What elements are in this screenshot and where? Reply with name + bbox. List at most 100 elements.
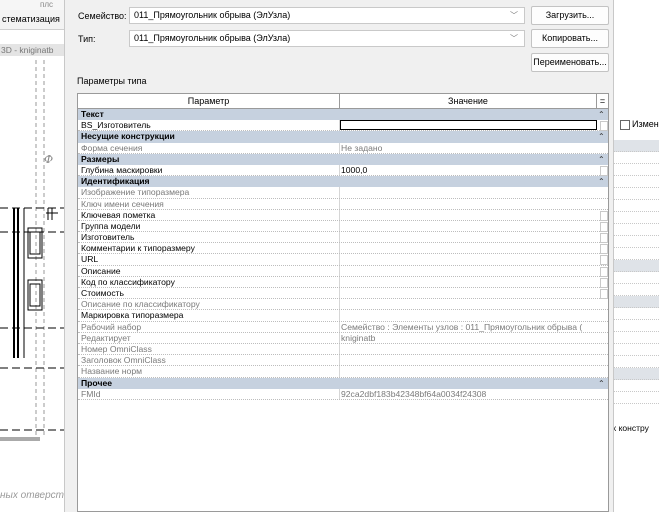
group-header[interactable]: Размеры ⌃ xyxy=(78,153,608,165)
parameter-name: Номер OmniClass xyxy=(81,343,152,354)
column-header-parameter[interactable]: Параметр xyxy=(78,94,340,108)
group-header[interactable]: Прочее ⌃ xyxy=(78,377,608,389)
parameter-name: BS_Изготовитель xyxy=(81,120,151,131)
family-label: Семейство: xyxy=(78,11,127,21)
group-label: Несущие конструкции xyxy=(81,131,175,142)
edit-type-icon xyxy=(620,119,630,130)
parameter-row[interactable]: Название норм xyxy=(78,366,608,378)
associate-parameter-button[interactable] xyxy=(600,244,608,255)
parameter-name: Описание по классификатору xyxy=(81,299,200,310)
parameter-name: Редактирует xyxy=(81,332,131,343)
background-view-tab[interactable]: 3D - kniginatb xyxy=(0,44,64,56)
parameter-row[interactable]: Код по классификатору xyxy=(78,276,608,288)
group-label: Идентификация xyxy=(81,176,150,187)
parameter-name: Ключ имени сечения xyxy=(81,198,164,209)
group-header[interactable]: Текст ⌃ xyxy=(78,109,608,121)
associate-parameter-button[interactable] xyxy=(600,289,608,299)
associate-parameter-button[interactable] xyxy=(600,165,608,176)
associate-parameter-button[interactable] xyxy=(600,233,608,244)
collapse-chevron-icon[interactable]: ⌃ xyxy=(598,176,605,187)
collapse-chevron-icon[interactable]: ⌃ xyxy=(598,378,605,389)
type-select[interactable]: 011_Прямоугольник обрыва (ЭлУзла) ﹀ xyxy=(129,30,525,47)
parameter-row[interactable]: Комментарии к типоразмеру xyxy=(78,243,608,255)
associate-parameter-button[interactable] xyxy=(600,121,608,132)
parameter-row[interactable]: Глубина маскировки 1000,0 xyxy=(78,164,608,177)
column-header-formula[interactable]: = xyxy=(597,94,608,108)
parameter-row[interactable]: Группа модели xyxy=(78,220,608,233)
parameter-row[interactable]: Заголовок OmniClass xyxy=(78,355,608,367)
type-parameters-label: Параметры типа xyxy=(77,76,147,86)
parameter-row[interactable]: Стоимость xyxy=(78,288,608,300)
parameter-name: Описание xyxy=(81,265,121,276)
collapse-chevron-icon[interactable]: ⌃ xyxy=(598,109,605,120)
parameter-name: Группа модели xyxy=(81,220,141,231)
parameter-row[interactable]: Описание по классификатору xyxy=(78,299,608,311)
parameter-row[interactable]: Изображение типоразмера xyxy=(78,187,608,199)
group-label: Текст xyxy=(81,109,104,119)
rename-button[interactable]: Переименовать... xyxy=(531,53,609,72)
background-right-panel: Измен х констру xyxy=(612,0,659,512)
grid-header: Параметр Значение = xyxy=(78,94,608,109)
background-italic-label: ных отверст xyxy=(0,490,64,501)
column-header-value[interactable]: Значение xyxy=(340,94,597,108)
parameter-value[interactable]: Не задано xyxy=(341,143,595,153)
parameter-row[interactable]: Ключ имени сечения xyxy=(78,198,608,210)
edit-type-button[interactable]: Измен xyxy=(620,115,659,133)
parameter-name: Код по классификатору xyxy=(81,276,175,287)
collapse-chevron-icon[interactable]: ⌃ xyxy=(598,131,605,142)
parameter-row[interactable]: Редактирует kniginatb xyxy=(78,332,608,344)
group-label: Размеры xyxy=(81,153,120,164)
collapse-chevron-icon[interactable]: ⌃ xyxy=(598,154,605,165)
family-select-value: 011_Прямоугольник обрыва (ЭлУзла) xyxy=(134,10,291,20)
copy-button[interactable]: Копировать... xyxy=(531,29,609,48)
grid-body: Текст ⌃ BS_Изготовитель Несущие конструкции… xyxy=(78,109,608,400)
parameter-name: Комментарии к типоразмеру xyxy=(81,243,195,254)
family-select[interactable]: 011_Прямоугольник обрыва (ЭлУзла) ﹀ xyxy=(129,7,525,24)
background-tab[interactable]: стематизация xyxy=(0,10,64,30)
parameter-row[interactable]: FMId 92ca2dbf183b42348bf64a0034f24308 xyxy=(78,388,608,400)
parameter-row[interactable]: BS_Изготовитель xyxy=(78,120,608,132)
parameter-value[interactable]: 1000,0 xyxy=(341,165,595,175)
parameter-value[interactable]: kniginatb xyxy=(341,333,595,343)
parameter-name: Рабочий набор xyxy=(81,321,142,332)
parameter-name: Изготовитель xyxy=(81,232,135,243)
parameter-name: Изображение типоразмера xyxy=(81,187,190,198)
type-label: Тип: xyxy=(78,34,96,44)
associate-parameter-button[interactable] xyxy=(600,210,608,221)
parameter-row[interactable]: Описание xyxy=(78,265,608,277)
associate-parameter-button[interactable] xyxy=(600,266,608,277)
parameter-row[interactable]: Изготовитель xyxy=(78,232,608,244)
parameter-name: FMId xyxy=(81,388,101,399)
parameter-name: Заголовок OmniClass xyxy=(81,355,166,366)
associate-parameter-button[interactable] xyxy=(600,221,608,232)
background-top-strip: плс xyxy=(0,0,64,10)
parameter-value[interactable]: Семейство : Элементы узлов : 011_Прямоуг… xyxy=(341,322,595,332)
group-header[interactable]: Несущие конструкции ⌃ xyxy=(78,131,608,143)
background-right-label: х констру xyxy=(612,423,649,433)
group-header[interactable]: Идентификация ⌃ xyxy=(78,176,608,188)
svg-text:Ф: Ф xyxy=(44,153,53,166)
parameter-row[interactable]: Маркировка типоразмера xyxy=(78,310,608,322)
group-label: Прочее xyxy=(81,377,113,388)
load-button[interactable]: Загрузить... xyxy=(531,6,609,25)
background-left-panel: плс стематизация 3D - kniginatb Ф ных от… xyxy=(0,0,64,512)
chevron-down-icon: ﹀ xyxy=(510,34,518,43)
parameter-name: Маркировка типоразмера xyxy=(81,310,184,321)
associate-parameter-button[interactable] xyxy=(600,277,608,288)
associate-parameter-button[interactable] xyxy=(600,255,608,266)
type-parameters-grid: Параметр Значение = Текст ⌃ BS_Изготовител… xyxy=(77,93,609,512)
parameter-value[interactable]: 92ca2dbf183b42348bf64a0034f24308 xyxy=(341,389,595,399)
parameter-value-input[interactable] xyxy=(340,120,597,131)
parameter-row[interactable]: Рабочий набор Семейство : Элементы узлов … xyxy=(78,321,608,333)
parameter-name: Форма сечения xyxy=(81,142,143,153)
parameter-row[interactable]: URL xyxy=(78,254,608,266)
type-select-value: 011_Прямоугольник обрыва (ЭлУзла) xyxy=(134,33,291,43)
parameter-name: Название норм xyxy=(81,366,143,377)
parameter-row[interactable]: Форма сечения Не задано xyxy=(78,142,608,154)
parameter-row[interactable]: Ключевая пометка xyxy=(78,209,608,221)
background-drawing: Ф xyxy=(0,60,64,441)
parameter-name: Стоимость xyxy=(81,288,125,298)
chevron-down-icon: ﹀ xyxy=(510,11,518,20)
parameter-name: Глубина маскировки xyxy=(81,164,163,175)
parameter-row[interactable]: Номер OmniClass xyxy=(78,343,608,356)
